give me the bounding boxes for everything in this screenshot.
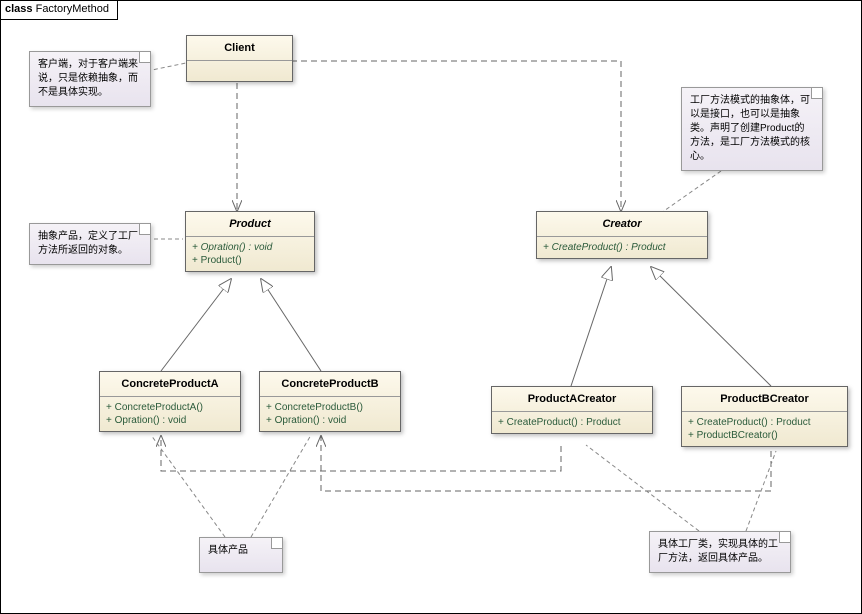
op: + Opration() : void [266, 414, 394, 427]
class-ops: + ConcreteProductB() + Opration() : void [260, 397, 400, 431]
class-title: ProductACreator [492, 387, 652, 412]
diagram-frame: class FactoryMethod ConcreteProductA (da… [0, 0, 862, 614]
class-title: ConcreteProductB [260, 372, 400, 397]
op: + ProductBCreator() [688, 429, 841, 442]
op: + CreateProduct() : Product [498, 416, 646, 429]
class-product-a-creator: ProductACreator + CreateProduct() : Prod… [491, 386, 653, 434]
op: + ConcreteProductB() [266, 401, 394, 414]
class-ops: + CreateProduct() : Product [537, 237, 707, 258]
class-title: Client [187, 36, 292, 61]
class-title: ProductBCreator [682, 387, 847, 412]
frame-name: FactoryMethod [36, 3, 109, 15]
op: + Product() [192, 254, 308, 267]
class-title: Product [186, 212, 314, 237]
class-ops: + CreateProduct() : Product + ProductBCr… [682, 412, 847, 446]
class-client: Client [186, 35, 293, 82]
op: + ConcreteProductA() [106, 401, 234, 414]
op: + CreateProduct() : Product [688, 416, 841, 429]
frame-title: class FactoryMethod [1, 1, 118, 20]
class-concrete-product-b: ConcreteProductB + ConcreteProductB() + … [259, 371, 401, 432]
class-ops: + Opration() : void + Product() [186, 237, 314, 271]
class-ops [187, 61, 292, 81]
class-product-b-creator: ProductBCreator + CreateProduct() : Prod… [681, 386, 848, 447]
note-product: 抽象产品，定义了工厂方法所返回的对象。 [29, 223, 151, 265]
class-product: Product + Opration() : void + Product() [185, 211, 315, 272]
note-creator: 工厂方法模式的抽象体，可以是接口，也可以是抽象类。声明了创建Product的方法… [681, 87, 823, 171]
class-creator: Creator + CreateProduct() : Product [536, 211, 708, 259]
op: + Opration() : void [106, 414, 234, 427]
op: + CreateProduct() : Product [543, 241, 701, 254]
note-concrete-creator: 具体工厂类，实现具体的工厂方法，返回具体产品。 [649, 531, 791, 573]
class-title: Creator [537, 212, 707, 237]
class-concrete-product-a: ConcreteProductA + ConcreteProductA() + … [99, 371, 241, 432]
op: + Opration() : void [192, 241, 308, 254]
note-concrete-product: 具体产品 [199, 537, 283, 573]
class-ops: + ConcreteProductA() + Opration() : void [100, 397, 240, 431]
frame-prefix: class [5, 3, 33, 15]
class-ops: + CreateProduct() : Product [492, 412, 652, 433]
note-client: 客户端，对于客户端来说，只是依赖抽象，而不是具体实现。 [29, 51, 151, 107]
class-title: ConcreteProductA [100, 372, 240, 397]
